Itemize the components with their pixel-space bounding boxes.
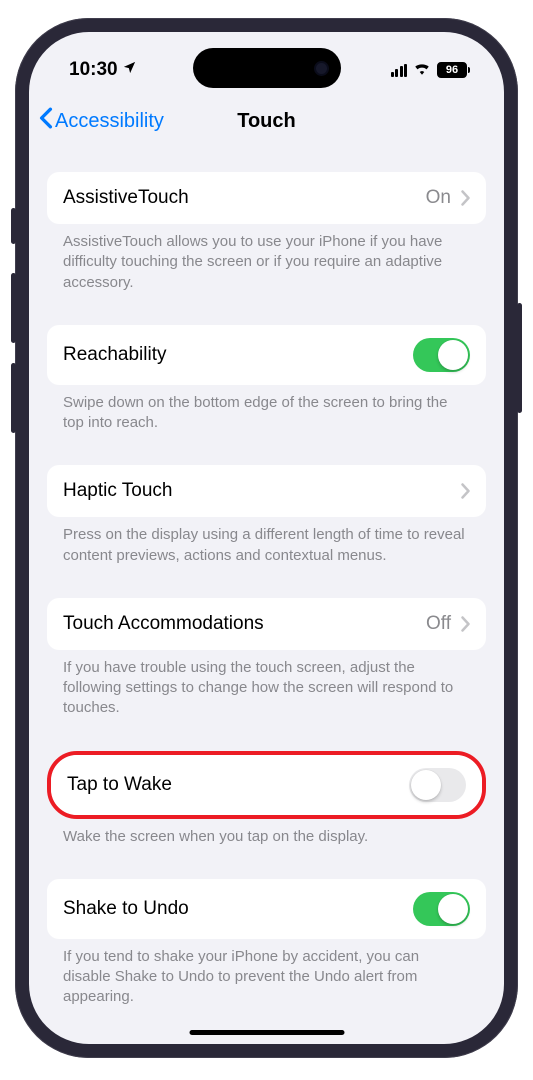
status-time: 10:30 (69, 59, 118, 81)
row-label: Touch Accommodations (63, 613, 264, 635)
wifi-icon (413, 59, 431, 81)
screen: 10:30 96 (29, 32, 504, 1044)
chevron-right-icon (461, 616, 470, 632)
highlight-annotation: Tap to Wake (47, 751, 486, 819)
toggle-tap-to-wake[interactable] (409, 768, 466, 802)
row-shake-to-undo[interactable]: Shake to Undo (47, 879, 486, 939)
row-label: Reachability (63, 344, 167, 366)
chevron-left-icon (39, 107, 53, 135)
chevron-right-icon (461, 483, 470, 499)
row-value: On (426, 187, 451, 209)
row-label: AssistiveTouch (63, 187, 189, 209)
cellular-icon (391, 64, 408, 77)
row-haptic-touch[interactable]: Haptic Touch (47, 465, 486, 517)
back-button[interactable]: Accessibility (39, 107, 164, 135)
row-touch-accommodations[interactable]: Touch Accommodations Off (47, 598, 486, 650)
silent-switch (11, 208, 16, 244)
row-reachability[interactable]: Reachability (47, 325, 486, 385)
row-value: Off (426, 613, 451, 635)
phone-frame: 10:30 96 (15, 18, 518, 1058)
settings-content: AssistiveTouch On AssistiveTouch allows … (29, 148, 504, 1030)
battery-level: 96 (446, 64, 458, 76)
row-footer: Press on the display using a different l… (47, 517, 486, 588)
row-label: Tap to Wake (67, 774, 172, 796)
toggle-shake-to-undo[interactable] (413, 892, 470, 926)
row-assistivetouch[interactable]: AssistiveTouch On (47, 172, 486, 224)
location-icon (122, 59, 137, 81)
row-footer: AssistiveTouch allows you to use your iP… (47, 224, 486, 315)
back-label: Accessibility (55, 110, 164, 133)
row-label: Shake to Undo (63, 898, 189, 920)
row-footer: If you tend to shake your iPhone by acci… (47, 939, 486, 1030)
battery-icon: 96 (437, 62, 470, 78)
volume-up-button (11, 273, 16, 343)
row-tap-to-wake[interactable]: Tap to Wake (51, 755, 482, 815)
row-footer: If you have trouble using the touch scre… (47, 650, 486, 741)
dynamic-island (193, 48, 341, 88)
chevron-right-icon (461, 190, 470, 206)
nav-bar: Accessibility Touch (29, 94, 504, 148)
volume-down-button (11, 363, 16, 433)
row-footer: Swipe down on the bottom edge of the scr… (47, 385, 486, 456)
row-footer: Wake the screen when you tap on the disp… (47, 819, 486, 869)
home-indicator[interactable] (189, 1030, 344, 1035)
power-button (517, 303, 522, 413)
row-label: Haptic Touch (63, 480, 173, 502)
toggle-reachability[interactable] (413, 338, 470, 372)
